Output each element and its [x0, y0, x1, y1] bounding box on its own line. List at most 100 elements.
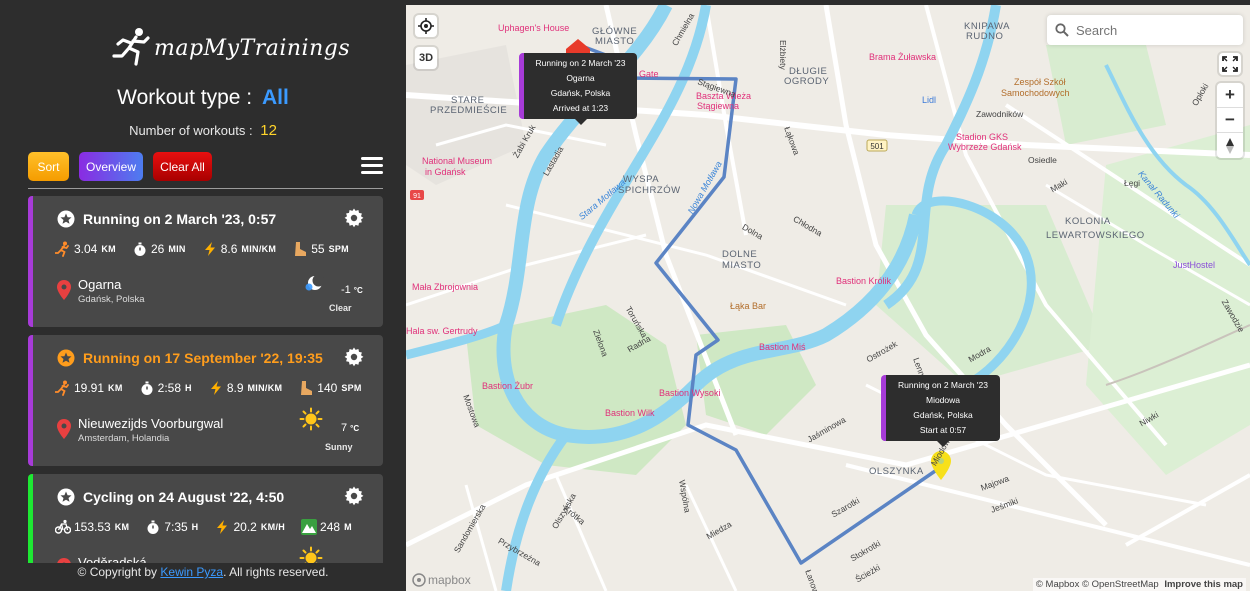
temperature: -1 °C [341, 284, 363, 296]
compass-icon [1226, 137, 1234, 154]
map-search [1047, 15, 1243, 45]
overview-button[interactable]: Overview [79, 152, 143, 181]
bicycle-icon [55, 519, 71, 534]
map-label: Mała Zbrojownia [412, 282, 479, 292]
workout-type-filter: Workout type : All [0, 86, 406, 110]
zoom-out-button[interactable]: − [1217, 108, 1243, 133]
location-pin-icon [57, 419, 71, 439]
popup-time: Arrived at 1:23 [552, 103, 609, 113]
temperature: 7 °C [341, 422, 360, 434]
cadence-stat: 55 SPM [292, 241, 349, 257]
map-label: Łęgi [1124, 178, 1141, 188]
star-icon[interactable] [57, 349, 75, 367]
workout-title: Running on 17 September '22, 19:35 [57, 349, 323, 367]
location-city: Amsterdam, Holandia [78, 433, 170, 444]
location-name: Ogarna [78, 277, 122, 292]
geolocate-button[interactable] [415, 15, 437, 37]
mapbox-logo[interactable]: mapbox [412, 573, 471, 587]
fullscreen-button[interactable] [1219, 53, 1241, 75]
map-label: MIASTO [722, 260, 762, 271]
menu-icon[interactable] [361, 157, 383, 175]
pace-stat: 8.6 MIN/KM [202, 241, 276, 257]
author-link[interactable]: Kewin Pyza [160, 565, 223, 579]
copyright: © Copyright by Kewin Pyza. All rights re… [77, 565, 329, 579]
sort-button[interactable]: Sort [28, 152, 69, 181]
workout-card[interactable]: Running on 2 March '23, 0:57 3.04 KM 26 MI… [28, 196, 383, 327]
map-label: OLSZYNKA [869, 466, 924, 477]
3d-button[interactable]: 3D [415, 47, 437, 69]
map-label: Lidl [922, 95, 937, 105]
map[interactable]: 501 91 GŁÓWNE MIASTO Uphagen's House Gate ST… [406, 5, 1250, 591]
elevation-stat: 248 M [301, 519, 352, 535]
moon-icon [305, 274, 325, 291]
stopwatch-icon [141, 381, 153, 395]
gear-icon[interactable] [344, 208, 364, 228]
map-label: OGRODY [784, 76, 830, 87]
road-badge: 91 [413, 193, 421, 200]
workout-title: Cycling on 24 August '22, 4:50 [57, 488, 284, 506]
app-title: mapMyTrainings [154, 35, 351, 61]
map-label: Zespół Szkół [1014, 77, 1066, 87]
weather-description: Sunny [325, 442, 353, 452]
improve-map-link[interactable]: Improve this map [1164, 579, 1243, 590]
map-label: Bastion Żubr [482, 381, 534, 391]
map-label: in Gdańsk [425, 167, 466, 177]
clear-all-button[interactable]: Clear All [153, 152, 212, 181]
zoom-in-button[interactable]: + [1217, 83, 1243, 108]
road-badge: 501 [870, 142, 884, 151]
workout-title-text: Running on 17 September '22, 19:35 [83, 350, 323, 366]
app-root: mapMyTrainings Workout type : All Number… [0, 0, 1250, 591]
map-label: JustHostel [1173, 260, 1216, 270]
workout-card[interactable]: Running on 17 September '22, 19:35 19.91… [28, 335, 383, 466]
sun-icon [299, 546, 323, 563]
map-label: Uphagen's House [498, 23, 570, 33]
workout-stats: 153.53 KM 7:35 H 20.2 KM/H 248 M [55, 518, 368, 536]
route-end-popup[interactable]: Running on 2 March '23 Ogarna Gdańsk, Po… [519, 53, 637, 125]
weather-description: Clear [329, 303, 352, 313]
map-label: KOLONIA [1065, 216, 1111, 227]
zoom-controls: + − [1217, 83, 1243, 158]
search-icon [1055, 23, 1069, 37]
lightning-icon [217, 520, 228, 534]
popup-title: Running on 2 March '23 [535, 58, 626, 68]
workout-list[interactable]: Running on 2 March '23, 0:57 3.04 KM 26 MI… [28, 196, 383, 563]
star-icon[interactable] [57, 210, 75, 228]
workout-type-value[interactable]: All [262, 86, 289, 109]
running-icon [55, 380, 69, 396]
workout-card[interactable]: Cycling on 24 August '22, 4:50 153.53 KM … [28, 474, 383, 563]
fullscreen-icon [1222, 56, 1238, 72]
popup-title: Running on 2 March '23 [898, 380, 988, 390]
compass-button[interactable] [1217, 133, 1243, 158]
workout-stats: 19.91 KM 2:58 H 8.9 MIN/KM 140 SPM [55, 379, 378, 397]
gear-icon[interactable] [344, 486, 364, 506]
map-label: Bastion Królik [836, 276, 892, 286]
map-label: LEWARTOWSKIEGO [1046, 230, 1145, 241]
map-label: SPICHRZÓW [618, 185, 681, 196]
location-city: Gdańsk, Polska [78, 294, 145, 305]
distance-stat: 19.91 KM [55, 380, 123, 396]
search-input[interactable] [1076, 22, 1226, 38]
popup-city: Gdańsk, Polska [913, 410, 973, 420]
map-label: WYSPA [623, 174, 660, 185]
gear-icon[interactable] [344, 347, 364, 367]
runner-logo-icon [112, 28, 150, 66]
popup-street: Miodowa [925, 395, 961, 405]
lightning-icon [204, 242, 215, 256]
map-label: Stągiewna [697, 101, 740, 111]
sun-icon [299, 407, 323, 431]
workout-count-value: 12 [260, 122, 277, 139]
map-label: National Museum [422, 156, 493, 166]
map-label: PRZEDMIEŚCIE [430, 105, 508, 116]
popup-street: Ogarna [566, 73, 595, 83]
map-label: Stadion GKS [956, 132, 1009, 142]
route-start-popup[interactable]: Running on 2 March '23 Miodowa Gdańsk, P… [881, 375, 1000, 447]
duration-stat: 2:58 H [139, 380, 192, 396]
workout-title-text: Cycling on 24 August '22, 4:50 [83, 489, 285, 505]
map-label: Bastion Miś [759, 342, 806, 352]
location-pin-icon [57, 558, 71, 563]
popup-time: Start at 0:57 [919, 425, 967, 435]
lightning-icon [210, 381, 221, 395]
popup-city: Gdańsk, Polska [550, 88, 611, 98]
star-icon[interactable] [57, 488, 75, 506]
map-label: Brama Żuławska [869, 52, 937, 62]
